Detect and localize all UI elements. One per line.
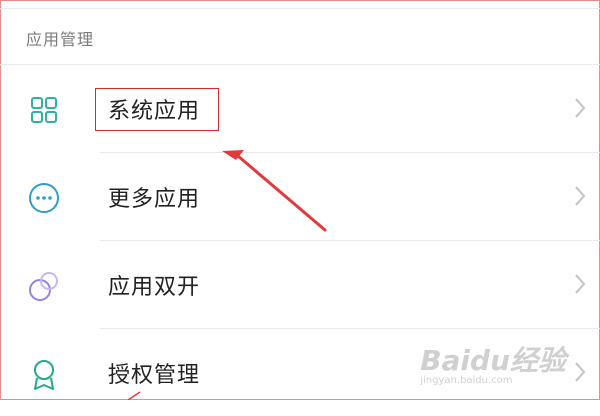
watermark-logo: Baidu经验 (420, 344, 566, 377)
chevron-right-icon (575, 362, 586, 382)
list-item-dual-apps[interactable]: 应用双开 (0, 240, 600, 328)
grid-icon (26, 92, 62, 128)
list-item-more-apps[interactable]: 更多应用 (0, 152, 600, 240)
chevron-right-icon (575, 98, 586, 118)
section-title: 应用管理 (26, 30, 95, 49)
divider (100, 240, 600, 241)
top-divider (0, 8, 600, 9)
baidu-watermark: Baidu经验 jingyan.baidu.com (420, 339, 566, 386)
divider (100, 152, 600, 153)
divider (100, 328, 600, 329)
divider (0, 64, 600, 65)
annotation-highlight-box (95, 88, 219, 131)
chevron-right-icon (575, 186, 586, 206)
list-item-system-apps[interactable]: 系统应用 (0, 64, 600, 152)
badge-icon (26, 356, 62, 392)
more-dots-icon (26, 180, 62, 216)
chevron-right-icon (575, 274, 586, 294)
item-label: 更多应用 (108, 187, 201, 212)
twin-circles-icon (26, 268, 62, 304)
item-label: 授权管理 (108, 363, 201, 388)
item-label: 应用双开 (108, 275, 201, 300)
